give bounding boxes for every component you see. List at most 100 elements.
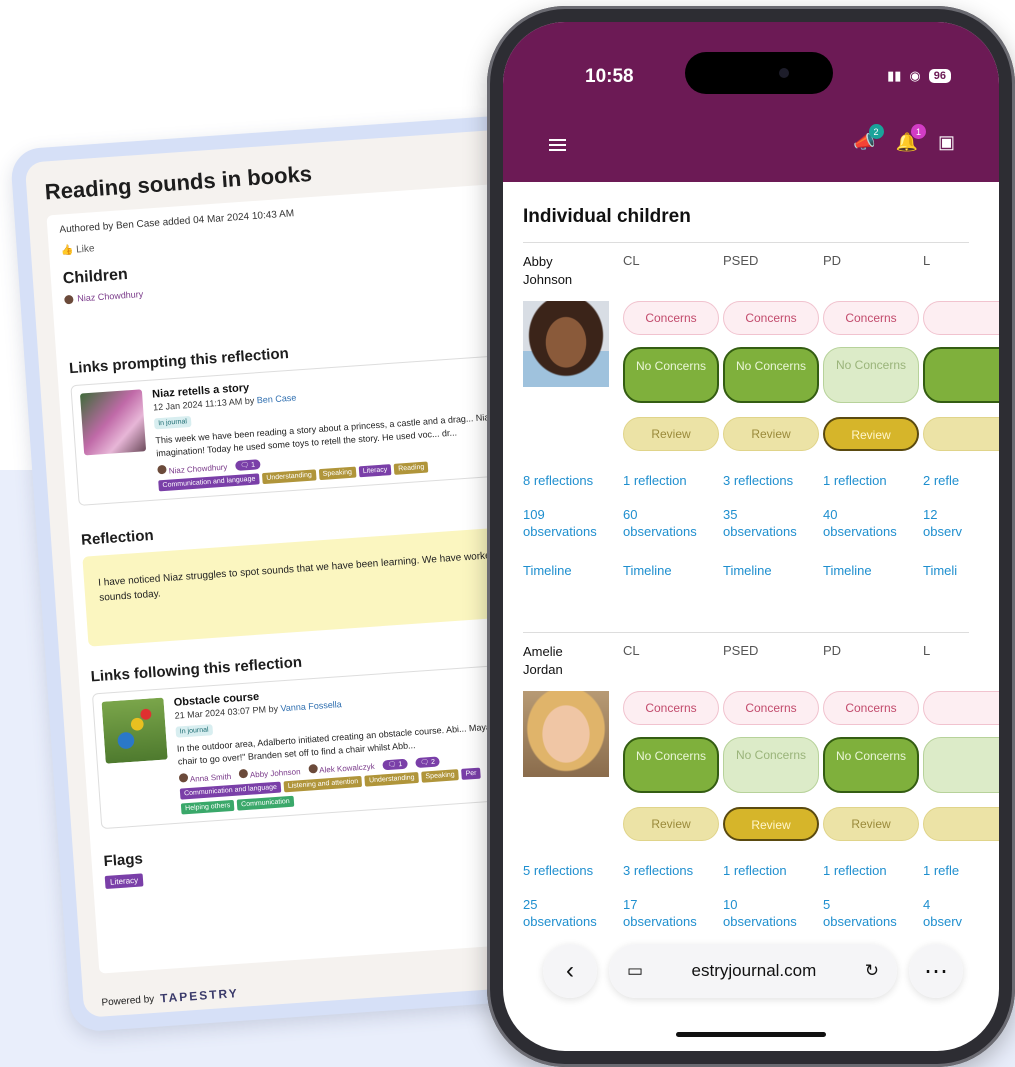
no-concerns-button[interactable] [923, 737, 999, 793]
child-photo [523, 301, 609, 387]
area-label: PD [823, 643, 842, 658]
tag: Speaking [421, 769, 460, 784]
hamburger-menu-icon[interactable] [549, 139, 566, 154]
tag: Reading [393, 461, 429, 476]
no-concerns-button[interactable]: No Concerns [723, 737, 819, 793]
review-button[interactable]: Review [823, 807, 919, 841]
child-name[interactable]: Amelie Jordan [523, 633, 623, 685]
app-header: 10:58 ▮▮ ◉ 96 📣 2 🔔 1 ▣ [503, 22, 999, 182]
reflections-link[interactable]: 8 reflections [523, 473, 623, 507]
avatar [238, 769, 249, 779]
timeline-link[interactable]: Timeline [723, 563, 823, 593]
timeline-link[interactable]: Timeline [523, 563, 623, 593]
child-name[interactable]: Abby Johnson [523, 243, 623, 295]
comment-count-badge[interactable]: 🗨 1 [234, 458, 261, 471]
comment-count-badge[interactable]: 🗨 1 [382, 758, 408, 771]
review-button[interactable]: Review [623, 807, 719, 841]
no-concerns-button[interactable]: No Concerns [623, 347, 719, 403]
signal-icon: ▮▮ [887, 68, 902, 83]
status-badge: In journal [175, 724, 213, 738]
browser-toolbar: ‹ ▭ estryjournal.com ↻ ⋯ [543, 939, 963, 1003]
concerns-button[interactable]: Concerns [823, 691, 919, 725]
no-concerns-button[interactable]: No Concerns [823, 737, 919, 793]
reflections-link[interactable]: 5 reflections [523, 863, 623, 897]
tag: Literacy [358, 464, 392, 478]
tabs-icon: ▭ [627, 961, 644, 980]
child-photo [523, 691, 609, 777]
concerns-button[interactable]: Concerns [623, 691, 719, 725]
reflections-link[interactable]: 3 reflections [623, 863, 723, 897]
area-label: PSED [723, 253, 759, 268]
avatar [157, 464, 167, 475]
reflections-link[interactable]: 3 reflections [723, 473, 823, 507]
powered-by-label: Powered by [101, 993, 155, 1009]
reflections-link[interactable]: 1 refle [923, 863, 999, 897]
timeline-link[interactable]: Timeline [623, 563, 723, 593]
reflections-link[interactable]: 1 reflection [823, 863, 923, 897]
child-row: Abby Johnson CL Concerns No Concerns Revi… [523, 243, 999, 633]
concerns-button[interactable]: Concerns [723, 691, 819, 725]
thumbs-up-icon: 👍 [60, 244, 74, 257]
tag: Listening and attention [283, 776, 363, 793]
address-bar[interactable]: ▭ estryjournal.com ↻ [609, 944, 897, 998]
observations-link[interactable]: 109 observations [523, 507, 623, 563]
reload-icon[interactable]: ↻ [865, 961, 879, 981]
tag: Per [461, 767, 481, 781]
area-label: L [923, 643, 931, 658]
review-button[interactable]: Review [723, 807, 819, 841]
timeline-link[interactable]: Timeline [823, 563, 923, 593]
observations-link[interactable]: 12 observ [923, 507, 999, 563]
concerns-button[interactable] [923, 301, 999, 335]
reflections-link[interactable]: 2 refle [923, 473, 999, 507]
concerns-button[interactable]: Concerns [623, 301, 719, 335]
observations-link[interactable]: 35 observations [723, 507, 823, 563]
no-concerns-button[interactable]: No Concerns [723, 347, 819, 403]
wifi-icon: ◉ [909, 68, 921, 83]
no-concerns-button[interactable]: No Concerns [823, 347, 919, 403]
tapestry-logo: TAPESTRY [159, 986, 240, 1006]
linked-observation-card[interactable]: Niaz retells a story 12 Jan 2024 11:13 A… [70, 353, 530, 507]
reflections-link[interactable]: 1 reflection [823, 473, 923, 507]
battery-icon: 96 [928, 69, 951, 83]
reflections-link[interactable]: 1 reflection [623, 473, 723, 507]
observations-link[interactable]: 40 observations [823, 507, 923, 563]
review-button[interactable] [923, 807, 999, 841]
linked-observation-card[interactable]: Obstacle course 21 Mar 2024 03:07 PM by … [91, 662, 553, 830]
avatar [308, 764, 318, 774]
home-indicator [676, 1032, 826, 1037]
reflections-link[interactable]: 1 reflection [723, 863, 823, 897]
review-button[interactable] [923, 417, 999, 451]
status-icons: ▮▮ ◉ 96 [887, 68, 951, 84]
timeline-link[interactable]: Timeli [923, 563, 999, 593]
flag-badge[interactable]: Literacy [104, 873, 144, 890]
area-label: PSED [723, 643, 759, 658]
url-text: estryjournal.com [691, 961, 817, 980]
concerns-button[interactable]: Concerns [823, 301, 919, 335]
concerns-button[interactable]: Concerns [723, 301, 819, 335]
review-button[interactable]: Review [823, 417, 919, 451]
page-heading: Individual children [523, 206, 969, 243]
announcements-badge: 2 [868, 124, 884, 139]
comment-count-badge[interactable]: 🗨 2 [414, 756, 441, 768]
announcements-button[interactable]: 📣 2 [853, 124, 884, 153]
observations-link[interactable]: 60 observations [623, 507, 723, 563]
notifications-button[interactable]: 🔔 1 [896, 124, 926, 153]
dynamic-island [685, 52, 833, 94]
messages-button[interactable]: ▣ [938, 132, 955, 153]
area-label: CL [623, 643, 640, 658]
review-button[interactable]: Review [623, 417, 719, 451]
review-button[interactable]: Review [723, 417, 819, 451]
message-icon: ▣ [937, 132, 955, 152]
more-button[interactable]: ⋯ [909, 944, 963, 998]
tag: Understanding [261, 469, 317, 485]
avatar [178, 773, 189, 784]
avatar [64, 294, 74, 304]
tag: Communication [236, 796, 295, 812]
no-concerns-button[interactable]: No Concerns [623, 737, 719, 793]
back-button[interactable]: ‹ [543, 944, 597, 998]
no-concerns-button[interactable] [923, 347, 999, 403]
concerns-button[interactable] [923, 691, 999, 725]
chevron-left-icon: ‹ [566, 957, 574, 984]
ellipsis-icon: ⋯ [924, 957, 948, 985]
status-badge: In journal [153, 415, 192, 430]
